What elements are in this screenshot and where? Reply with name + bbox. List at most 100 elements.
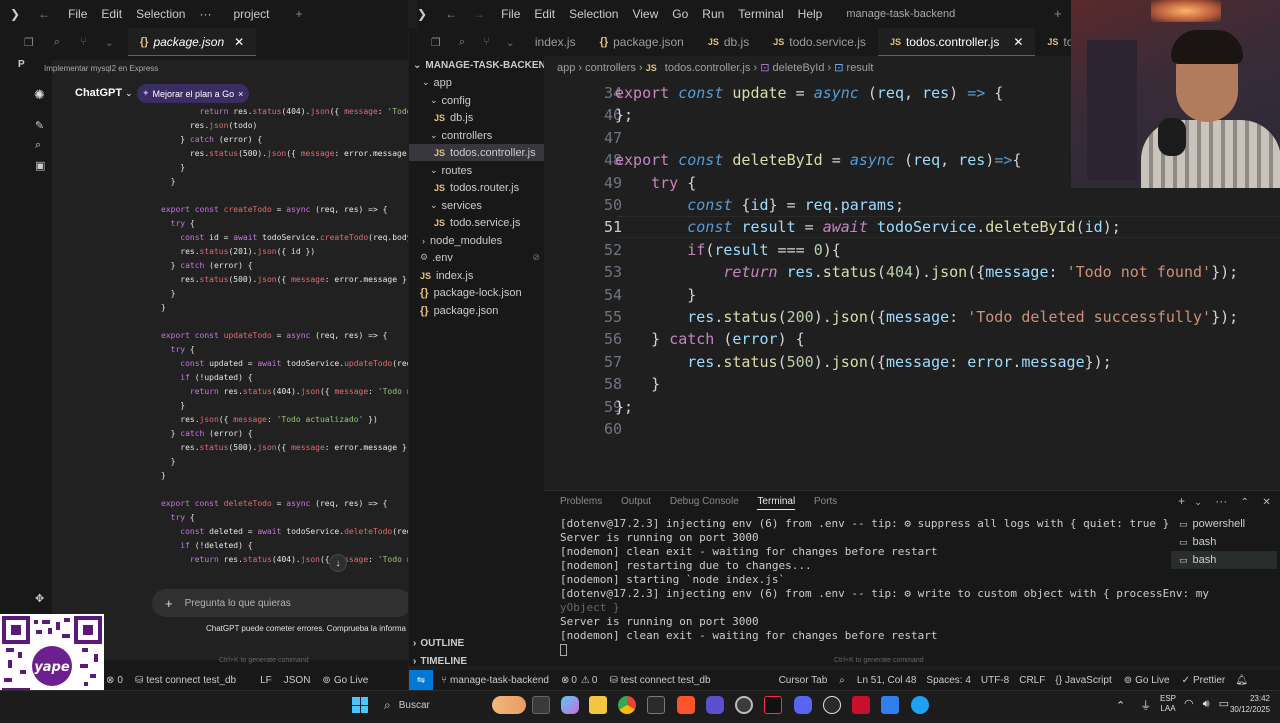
tree-folder-app[interactable]: ⌄ app	[422, 74, 452, 91]
breadcrumb-controllers[interactable]: controllers	[585, 62, 636, 74]
scroll-down-button[interactable]: ↓	[329, 554, 347, 572]
more-icon[interactable]: ···	[1215, 494, 1227, 508]
status-errors[interactable]: 0	[571, 675, 577, 686]
status-language[interactable]: JSON	[284, 675, 311, 686]
status-eol[interactable]: CRLF	[1019, 675, 1045, 686]
source-control-icon[interactable]: ⑂	[483, 36, 490, 48]
new-chat-icon[interactable]: ✎	[35, 119, 44, 132]
tab-package-json[interactable]: {} package.json ✕	[127, 28, 257, 56]
search-icon[interactable]: ⌕	[54, 36, 60, 49]
status-golive[interactable]: Go Live	[1135, 675, 1169, 686]
tree-folder-controllers[interactable]: ⌄ controllers	[430, 127, 492, 144]
menu-selection[interactable]: Selection	[569, 7, 618, 21]
file-explorer-icon[interactable]	[589, 696, 607, 714]
search-icon[interactable]: ⌕	[459, 36, 465, 49]
files-icon[interactable]: ❐	[24, 36, 34, 49]
files-icon[interactable]: ❐	[431, 36, 441, 49]
status-spaces[interactable]: Spaces: 4	[926, 675, 970, 686]
menu-selection[interactable]: Selection	[136, 7, 185, 21]
tab-todos-controller[interactable]: JS todos.controller.js ✕	[877, 28, 1036, 56]
menu-help[interactable]: Help	[798, 7, 823, 21]
breadcrumb-file[interactable]: todos.controller.js	[665, 62, 751, 74]
clock[interactable]: 23:42 30/12/2025	[1218, 693, 1270, 715]
tab-debug-console[interactable]: Debug Console	[670, 496, 739, 507]
source-control-icon[interactable]: ⑂	[80, 36, 87, 48]
tab-ports[interactable]: Ports	[814, 496, 837, 507]
status-test-connect[interactable]: test connect	[146, 675, 200, 686]
tree-file-index[interactable]: JS index.js	[420, 267, 473, 284]
browser-icon[interactable]	[911, 696, 929, 714]
status-cursor-tab[interactable]: Cursor Tab	[779, 675, 828, 686]
copilot-icon[interactable]	[561, 696, 579, 714]
status-warnings[interactable]: 0	[592, 675, 598, 686]
terminal-item-powershell[interactable]: ▭ powershell	[1171, 515, 1277, 533]
close-icon[interactable]: ✕	[234, 35, 244, 49]
back-arrow-icon[interactable]: ←	[445, 7, 457, 21]
tree-file-todos-router[interactable]: JS todos.router.js	[434, 179, 519, 196]
close-icon[interactable]: ✕	[1262, 497, 1270, 508]
start-button[interactable]	[352, 697, 368, 713]
discord-icon[interactable]	[794, 696, 812, 714]
menu-file[interactable]: File	[501, 7, 520, 21]
menu-view[interactable]: View	[632, 7, 658, 21]
terminal-item-bash-active[interactable]: ▭ bash	[1171, 551, 1277, 569]
chevron-down-icon[interactable]: ⌄	[506, 36, 515, 49]
menu-edit[interactable]: Edit	[534, 7, 555, 21]
status-test-db[interactable]: test_db	[678, 675, 711, 686]
tab-package-json[interactable]: {} package.json	[588, 28, 696, 56]
status-position[interactable]: Ln 51, Col 48	[857, 675, 917, 686]
gem-app-icon[interactable]	[706, 696, 724, 714]
chevron-down-icon[interactable]: ⌄	[105, 36, 114, 49]
new-tab-icon[interactable]: +	[296, 7, 303, 21]
new-terminal-icon[interactable]: +	[1178, 494, 1185, 508]
explorer-root[interactable]: ⌄ MANAGE-TASK-BACKEND	[413, 57, 553, 74]
tab-todo-service[interactable]: JS todo.service.js	[761, 28, 878, 56]
settings-gear-icon[interactable]: ✥	[35, 592, 44, 605]
status-eol[interactable]: LF	[260, 675, 272, 686]
breadcrumb-app[interactable]: app	[557, 62, 575, 74]
menu-go[interactable]: Go	[672, 7, 688, 21]
menu-more[interactable]: ···	[199, 7, 211, 21]
library-icon[interactable]: ▣	[35, 159, 45, 172]
chevron-up-icon[interactable]: ⌃	[1116, 700, 1125, 712]
notes-icon[interactable]	[881, 696, 899, 714]
bell-icon[interactable]: 🔔︎	[1235, 675, 1248, 686]
status-prettier[interactable]: Prettier	[1193, 675, 1225, 686]
new-tab-icon[interactable]: +	[1054, 6, 1062, 21]
close-icon[interactable]: ×	[238, 89, 243, 99]
tree-file-env[interactable]: ⚙ .env ⊘	[420, 249, 540, 266]
tree-folder-services[interactable]: ⌄ services	[430, 197, 482, 214]
plus-icon[interactable]: +	[165, 596, 173, 611]
menu-file[interactable]: File	[68, 7, 87, 21]
status-encoding[interactable]: UTF-8	[981, 675, 1009, 686]
usb-icon[interactable]: ⏚	[1140, 700, 1151, 712]
chrome-icon[interactable]	[618, 696, 636, 714]
status-golive[interactable]: Go Live	[334, 675, 368, 686]
chatgpt-icon[interactable]	[823, 696, 841, 714]
tab-problems[interactable]: Problems	[560, 496, 602, 507]
tree-folder-routes[interactable]: ⌄ routes	[430, 162, 472, 179]
taskbar-search[interactable]: ⌕ Buscar	[376, 694, 526, 716]
tab-terminal[interactable]: Terminal	[757, 496, 796, 510]
chat-app-name[interactable]: ChatGPT ⌄	[75, 87, 133, 99]
outline-section[interactable]: › OUTLINE	[413, 635, 464, 652]
remote-button[interactable]: ⇋	[409, 670, 433, 690]
close-icon[interactable]: ✕	[1013, 35, 1023, 49]
chat-search-icon[interactable]: ⌕	[35, 139, 41, 152]
tree-folder-config[interactable]: ⌄ config	[430, 92, 471, 109]
breadcrumb-function[interactable]: deleteById	[772, 62, 824, 74]
status-project[interactable]: manage-task-backend	[450, 675, 549, 686]
terminal-item-bash[interactable]: ▭ bash	[1171, 533, 1277, 551]
tree-file-package-lock[interactable]: {} package-lock.json	[420, 284, 522, 301]
breadcrumb-variable[interactable]: result	[847, 62, 874, 74]
cursor-app-icon[interactable]	[647, 696, 665, 714]
zoom-icon[interactable]: ⌕	[839, 675, 845, 686]
task-view-icon[interactable]	[532, 696, 550, 714]
timeline-section[interactable]: › TIMELINE	[413, 653, 467, 670]
tree-folder-node-modules[interactable]: › node_modules	[422, 232, 502, 249]
brave-icon[interactable]	[677, 696, 695, 714]
language-indicator[interactable]: ESP LAA	[1160, 694, 1176, 714]
chevron-down-icon[interactable]: ⌄	[1194, 497, 1202, 507]
tiktok-icon[interactable]	[764, 696, 782, 714]
problems-count[interactable]: 0	[117, 675, 123, 686]
